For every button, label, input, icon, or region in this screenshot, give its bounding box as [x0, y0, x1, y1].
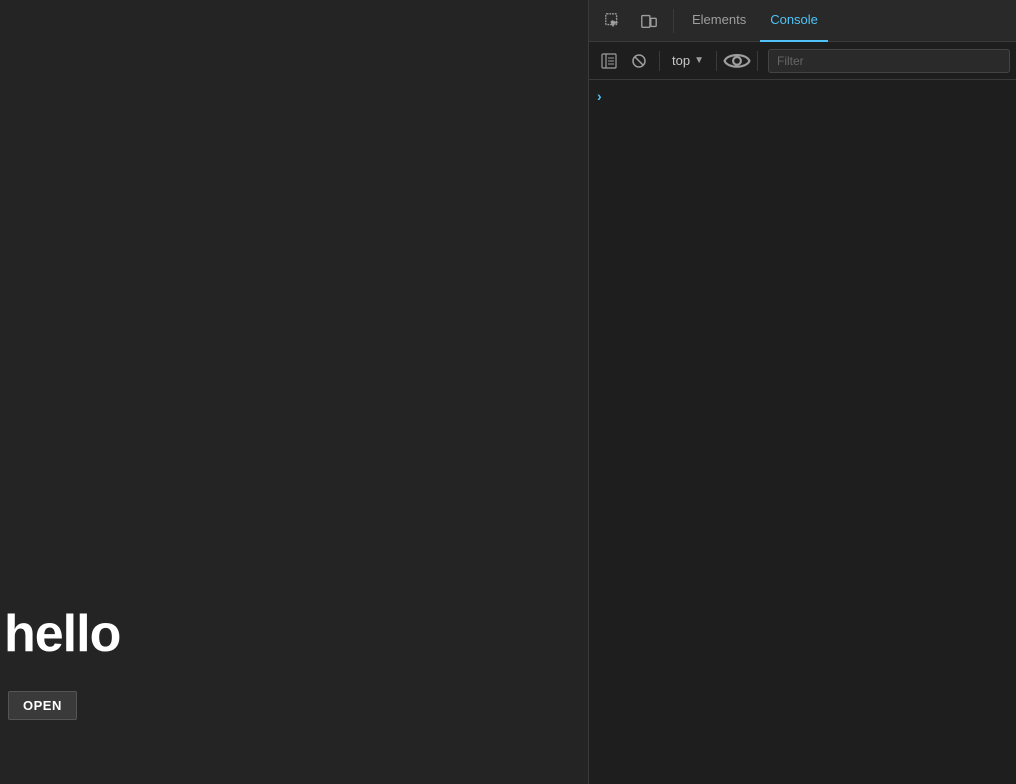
frame-selector-label: top	[672, 53, 690, 68]
devtools-panel: Elements Console	[588, 0, 1016, 784]
toolbar-divider-3	[757, 51, 758, 71]
clear-console-button[interactable]	[625, 47, 653, 75]
chevron-down-icon: ▼	[694, 55, 704, 66]
open-button[interactable]: OPEN	[8, 691, 77, 720]
tab-elements[interactable]: Elements	[682, 0, 756, 42]
frame-selector[interactable]: top ▼	[666, 51, 710, 70]
console-prompt-row: ›	[589, 84, 1016, 108]
inspect-icon	[604, 12, 622, 30]
device-toolbar-icon	[640, 12, 658, 30]
devtools-tab-bar: Elements Console	[589, 0, 1016, 42]
browser-viewport: hello OPEN	[0, 0, 588, 784]
inspect-element-button[interactable]	[597, 5, 629, 37]
console-output: ›	[589, 80, 1016, 784]
devtools-console-toolbar: top ▼	[589, 42, 1016, 80]
console-filter-input[interactable]	[768, 49, 1010, 73]
clear-console-icon	[631, 53, 647, 69]
live-expression-button[interactable]	[723, 47, 751, 75]
sidebar-toggle-button[interactable]	[595, 47, 623, 75]
eye-icon	[723, 50, 751, 72]
console-prompt-chevron[interactable]: ›	[597, 88, 602, 104]
tab-console[interactable]: Console	[760, 0, 828, 42]
toolbar-divider-2	[716, 51, 717, 71]
sidebar-toggle-icon	[601, 53, 617, 69]
device-toolbar-button[interactable]	[633, 5, 665, 37]
toolbar-divider-1	[659, 51, 660, 71]
tab-divider-1	[673, 9, 674, 33]
page-hello-text: hello	[4, 604, 120, 664]
